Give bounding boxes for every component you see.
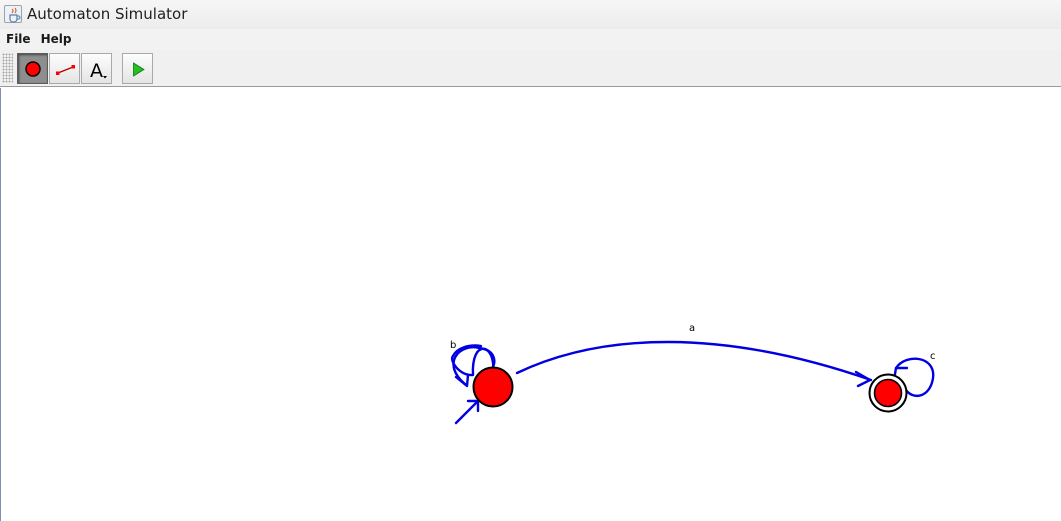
- menu-help[interactable]: Help: [37, 29, 76, 50]
- line-with-endpoints-icon: [56, 65, 75, 75]
- window-title: Automaton Simulator: [27, 5, 188, 23]
- text-tool-button[interactable]: A: [81, 53, 112, 84]
- transition-label-a: a: [689, 323, 695, 334]
- menu-file[interactable]: File: [2, 29, 35, 50]
- java-cup-icon: [4, 5, 22, 23]
- text-A-dropdown-icon: A: [90, 60, 107, 82]
- automaton-canvas[interactable]: b a c: [0, 88, 1061, 521]
- svg-text:A: A: [90, 60, 103, 82]
- toolbar-grip-handle[interactable]: [2, 53, 13, 83]
- state-tool-button[interactable]: [17, 53, 48, 84]
- state-q1-accepting[interactable]: [868, 373, 908, 413]
- state-q0[interactable]: [472, 366, 514, 408]
- app-window: Automaton Simulator File Help A b a c: [0, 0, 1061, 521]
- transition-label-c: c: [930, 351, 936, 362]
- run-simulation-button[interactable]: [122, 53, 153, 84]
- initial-state-arrow: [454, 399, 480, 425]
- transition-a-arrow-head: [854, 370, 872, 388]
- play-icon: [133, 62, 145, 77]
- title-bar: Automaton Simulator: [0, 0, 1061, 29]
- automaton-diagram: b a c: [450, 323, 936, 425]
- red-circle-icon: [25, 61, 41, 77]
- transition-tool-button[interactable]: [49, 53, 80, 84]
- transition-a: [515, 340, 873, 382]
- transition-label-b: b: [450, 340, 456, 351]
- menu-bar: File Help: [0, 29, 1061, 50]
- toolbar: A: [0, 50, 1061, 87]
